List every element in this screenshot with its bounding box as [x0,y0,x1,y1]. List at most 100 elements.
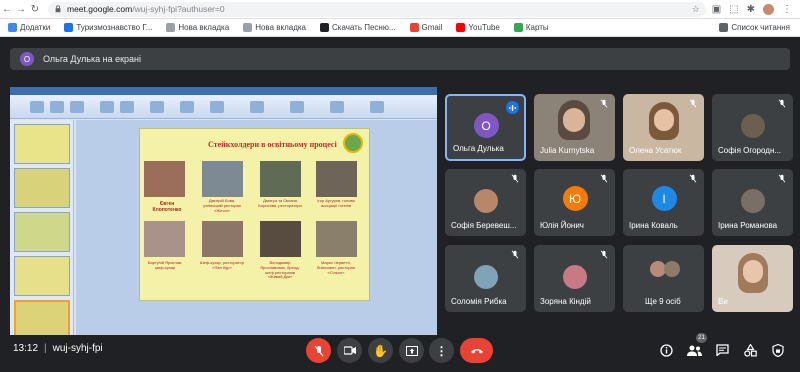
participant-tile[interactable]: Ю Юлія Йонич [534,169,615,236]
participant-face [743,260,763,283]
mic-off-icon [778,99,786,108]
slide-thumbnail [14,256,70,296]
presenting-text: Ольга Дулька на екрані [43,54,142,64]
camera-indicator-icon[interactable]: ▣ [712,4,721,15]
back-arrow-icon[interactable]: ← [0,4,14,15]
site-favicon-icon [64,23,74,32]
meeting-details-button[interactable] [658,342,674,358]
bookmark-item[interactable]: YouTube [456,23,500,32]
mic-off-icon [511,250,519,259]
mic-off-icon [600,250,608,259]
more-participants-label: Ще 9 осіб [645,297,681,306]
school-logo [343,133,363,153]
participant-avatar [562,265,587,289]
photo [260,221,301,257]
slide-caption: Дмитрій Бова, учнівський ресторан «Жіточ… [203,198,241,213]
star-icon[interactable]: ☆ [692,4,700,15]
more-options-button[interactable]: ⋮ [429,338,454,363]
mic-toggle-button[interactable] [306,338,331,363]
participant-avatar [740,189,765,213]
slide-title: Стейкхолдери в освітньому процесі [208,140,337,149]
participant-tile[interactable]: Софія Огородн... [712,94,793,161]
present-icon [405,345,418,356]
slide-caption: Дмитро та Оксана Борисови, ресторатори [258,198,302,208]
hang-up-icon [470,349,483,354]
mic-off-icon [600,99,608,108]
photo [316,161,357,197]
participant-name: Julia Kurnytska [540,146,595,155]
bookmark-item[interactable]: Туризмознавство Г... [64,23,152,32]
participant-name: Юлія Йонич [540,221,584,230]
page-icon [243,23,253,32]
participant-name: Соломія Рибка [451,297,507,306]
browser-address-bar: ← → ↻ meet.google.com/wuj-syhj-fpi?authu… [0,0,800,19]
ppt-titlebar [10,87,437,95]
presenter-avatar: О [20,52,34,66]
slide-thumbnail [14,124,70,164]
slide-caption: Євген Клопотенко [152,201,182,213]
participant-tile[interactable]: Софія Беревеш... [445,169,526,236]
participant-tile[interactable]: Олена Усатюк [623,94,704,161]
shared-screen[interactable]: Стейкхолдери в освітньому процесі Євген … [10,87,437,344]
self-view-tile[interactable]: Ви [712,245,793,312]
chat-button[interactable] [714,342,730,358]
extension-icon[interactable]: ⬚ [729,4,738,15]
bookmark-item[interactable]: Нова вкладка [243,23,306,32]
photo [316,221,357,257]
reload-icon[interactable]: ↻ [28,4,42,15]
hand-icon: ✋ [373,343,388,358]
participant-tile[interactable]: Ірина Романова [712,169,793,236]
camera-icon [343,346,356,355]
participant-face [563,108,585,132]
activities-shapes-icon [743,343,757,357]
page-icon [166,23,176,32]
youtube-icon [456,23,466,32]
slide-thumbnail [14,212,70,252]
participant-tile[interactable]: Соломія Рибка [445,245,526,312]
bookmark-item[interactable]: Додатки [8,23,50,32]
mic-off-icon [689,174,697,183]
mic-off-icon [778,174,786,183]
participant-tile[interactable]: О Ольга Дулька [445,94,526,161]
slide: Стейкхолдери в освітньому процесі Євген … [139,128,370,301]
slide-caption: Шеф-кухар, ресторатор «Пан Кур» [200,260,244,270]
reading-list-button[interactable]: Список читання [719,23,790,32]
present-screen-button[interactable] [399,338,424,363]
info-icon [659,343,673,357]
participant-tile[interactable]: Зоряна Кіндій [534,245,615,312]
participant-tile[interactable]: І Ірина Коваль [623,169,704,236]
leave-call-button[interactable] [460,338,493,363]
participant-name: Ірина Коваль [629,221,678,230]
participant-avatar [664,261,680,277]
people-icon [686,345,702,356]
host-controls-button[interactable] [770,342,786,358]
ppt-ribbon [10,95,437,119]
bookmark-item[interactable]: Карты [513,23,549,32]
camera-toggle-button[interactable] [337,338,362,363]
bookmark-item[interactable]: Gmail [409,23,442,32]
people-button[interactable] [686,342,702,358]
meeting-info: 13:12 | wuj-syhj-fpi [13,343,103,354]
more-vert-icon: ⋮ [435,343,448,358]
bookmark-item[interactable]: Нова вкладка [166,23,229,32]
raise-hand-button[interactable]: ✋ [368,338,393,363]
bookmark-item[interactable]: Скачать Песню... [320,23,396,32]
profile-avatar[interactable] [763,3,774,15]
meet-stage: О Ольга Дулька на екрані Стейкхолдери в … [0,37,800,372]
more-participants-tile[interactable]: Ще 9 осіб [623,245,704,312]
activities-button[interactable] [742,342,758,358]
forward-arrow-icon[interactable]: → [14,4,28,15]
speaking-indicator-icon [506,101,519,114]
slide-thumbnail [14,168,70,208]
shield-lock-icon [772,343,784,357]
mic-off-icon [314,345,323,356]
participant-tile[interactable]: Julia Kurnytska [534,94,615,161]
participant-avatar: О [473,113,499,138]
url-input[interactable]: meet.google.com/wuj-syhj-fpi?authuser=0 … [48,1,706,17]
slide-thumbnails [10,120,74,340]
slide-caption: Володимир Ярославович, бренд-шеф рестора… [260,260,300,280]
lock-icon [55,5,61,13]
extensions-puzzle-icon[interactable]: ✱ [747,4,755,15]
participant-name: Ольга Дулька [453,144,504,153]
more-menu-icon[interactable]: ⋮ [782,4,792,15]
